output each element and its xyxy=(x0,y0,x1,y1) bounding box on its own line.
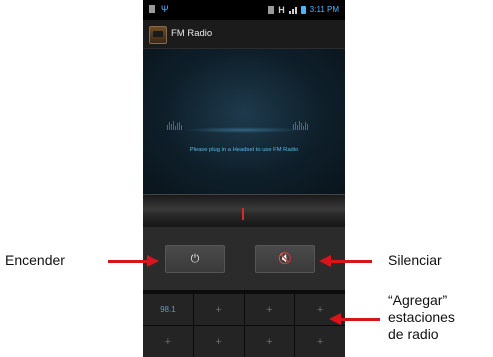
radio-display: Please plug in a Headset to use FM Radio xyxy=(143,49,345,194)
sd-card-icon xyxy=(149,5,155,13)
annotation-add-stations: “Agregar” estaciones de radio xyxy=(388,292,455,343)
arrow-right-icon xyxy=(108,255,159,267)
add-preset-button[interactable]: + xyxy=(193,294,244,325)
status-time: 3:11 PM xyxy=(309,5,339,14)
annotation-add-line-2: estaciones xyxy=(388,309,455,325)
preset-station[interactable]: 98.1 xyxy=(143,294,193,325)
arrow-left-icon xyxy=(329,313,380,325)
controls-panel: ⏻ 🔇 xyxy=(143,227,345,290)
arrow-left-icon xyxy=(319,255,372,267)
headset-message: Please plug in a Headset to use FM Radio xyxy=(189,147,299,153)
annotation-add-line-1: “Agregar” xyxy=(388,292,448,308)
annotation-mute: Silenciar xyxy=(388,252,442,268)
usb-icon: Ψ xyxy=(161,4,169,14)
add-preset-button[interactable]: + xyxy=(143,326,193,357)
tuner-dial[interactable] xyxy=(143,194,345,228)
add-preset-button[interactable]: + xyxy=(295,326,345,357)
status-bar: Ψ H 3:11 PM xyxy=(143,0,345,20)
add-preset-button[interactable]: + xyxy=(244,326,295,357)
vu-meter-left-icon xyxy=(167,120,182,130)
battery-icon xyxy=(300,5,306,14)
sim-icon xyxy=(268,5,275,14)
app-title: FM Radio xyxy=(171,28,213,39)
preset-stations: 98.1 + + + + + + + xyxy=(143,294,345,357)
annotation-add-line-3: de radio xyxy=(388,326,439,342)
annotation-power: Encender xyxy=(5,252,65,268)
mute-button[interactable]: 🔇 xyxy=(255,245,315,273)
vu-meter-right-icon xyxy=(293,120,308,130)
radio-icon xyxy=(149,26,167,44)
add-preset-button[interactable]: + xyxy=(193,326,244,357)
power-icon: ⏻ xyxy=(190,253,200,265)
signal-icon xyxy=(288,6,297,14)
action-bar: FM Radio xyxy=(143,20,345,49)
power-button[interactable]: ⏻ xyxy=(165,245,225,273)
add-preset-button[interactable]: + xyxy=(244,294,295,325)
phone-screen: Ψ H 3:11 PM FM Radio Please plug in a He… xyxy=(143,0,345,357)
network-h-icon: H xyxy=(278,4,285,15)
tuner-needle[interactable] xyxy=(242,208,244,220)
mute-icon: 🔇 xyxy=(278,253,292,265)
display-glow xyxy=(183,127,303,133)
